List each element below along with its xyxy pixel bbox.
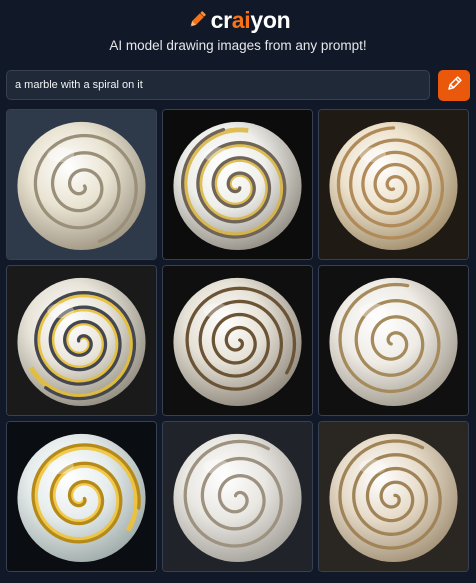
- marble-image-8: [163, 422, 312, 571]
- marble-image-6: [319, 266, 468, 415]
- pencil-icon: [186, 9, 208, 31]
- prompt-bar: [6, 70, 470, 102]
- result-image-tile[interactable]: [318, 421, 469, 572]
- logo-text-part: cr: [210, 6, 232, 33]
- pencil-icon: [445, 75, 463, 96]
- result-image-tile[interactable]: [162, 421, 313, 572]
- results-grid: [6, 109, 469, 572]
- result-image-tile[interactable]: [318, 265, 469, 416]
- craiyon-page: { "header": { "logo_parts": ["cr", "ai",…: [0, 0, 476, 583]
- logo-text: craiyon: [211, 7, 291, 34]
- marble-image-3: [319, 110, 468, 259]
- tagline: AI model drawing images from any prompt!: [109, 38, 367, 53]
- prompt-input[interactable]: [6, 70, 430, 100]
- result-image-tile[interactable]: [162, 109, 313, 260]
- logo-text-part: yon: [250, 6, 291, 33]
- header: craiyon: [0, 0, 476, 36]
- marble-image-4: [7, 266, 156, 415]
- craiyon-logo[interactable]: craiyon: [186, 7, 291, 34]
- marble-image-2: [163, 110, 312, 259]
- logo-text-accent: ai: [231, 6, 251, 33]
- marble-image-5: [163, 266, 312, 415]
- result-image-tile[interactable]: [6, 109, 157, 260]
- result-image-tile[interactable]: [162, 265, 313, 416]
- marble-image-9: [319, 422, 468, 571]
- draw-button[interactable]: [438, 70, 470, 101]
- result-image-tile[interactable]: [318, 109, 469, 260]
- result-image-tile[interactable]: [6, 265, 157, 416]
- result-image-tile[interactable]: [6, 421, 157, 572]
- marble-image-1: [7, 110, 156, 259]
- marble-image-7: [7, 422, 156, 571]
